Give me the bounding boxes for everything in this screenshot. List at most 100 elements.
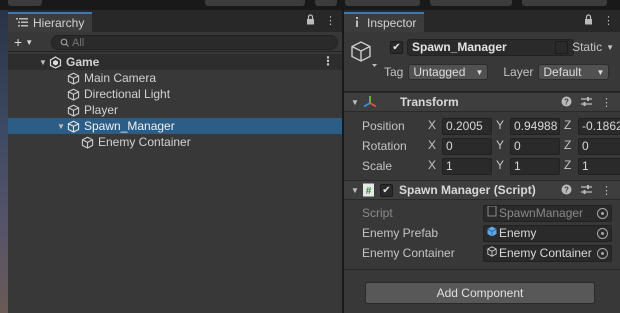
axis-y-label[interactable]: Y (496, 158, 506, 175)
kebab-menu-icon[interactable]: ⋮ (325, 14, 336, 28)
scene-view-edge (0, 10, 8, 313)
presets-icon[interactable] (581, 184, 592, 198)
scene-row[interactable]: ▼ Game ⋮ (8, 54, 342, 70)
gameobject-cube-icon[interactable] (350, 40, 378, 70)
tab-hierarchy-label: Hierarchy (33, 16, 85, 30)
scene-name: Game (66, 55, 100, 69)
svg-text:?: ? (564, 186, 569, 195)
script-value: SpawnManager (499, 205, 584, 220)
create-button[interactable]: + ▼ (14, 34, 33, 50)
collapse-arrow-icon[interactable]: ▼ (348, 98, 362, 107)
inspector-panel: Inspector ⋮ ✔ Spawn_Manager Static ▼ Tag… (344, 10, 620, 313)
top-strip (0, 0, 620, 10)
script-file-icon (487, 205, 497, 221)
list-item[interactable]: Directional Light (8, 86, 342, 102)
tab-inspector[interactable]: Inspector (344, 12, 425, 32)
scale-z-field[interactable]: 1 (578, 157, 620, 175)
kebab-menu-icon[interactable]: ⋮ (322, 54, 334, 68)
gameobject-cube-icon (66, 103, 80, 117)
gameobject-cube-icon (66, 71, 80, 85)
script-label: Script (362, 206, 393, 220)
enemy-prefab-row: Enemy Prefab Enemy (344, 223, 620, 243)
component-enabled-checkbox[interactable]: ✔ (380, 183, 393, 197)
scale-y-field[interactable]: 1 (510, 157, 560, 175)
transform-header[interactable]: ▼ Transform ? ⋮ (344, 92, 620, 112)
layer-label: Layer (503, 65, 534, 79)
axis-x-label[interactable]: X (428, 158, 438, 175)
collapse-arrow-icon[interactable]: ▼ (348, 186, 362, 195)
tag-dropdown[interactable]: Untagged ▼ (408, 64, 489, 80)
axis-z-label[interactable]: Z (564, 118, 574, 135)
tab-inspector-label: Inspector (367, 16, 417, 30)
script-component-header[interactable]: ▼ # ✔ Spawn Manager (Script) ? ⋮ (344, 180, 620, 200)
position-y-field[interactable]: 0.94988 (510, 117, 560, 135)
item-label: Spawn_Manager (84, 119, 175, 133)
list-item[interactable]: Enemy Container (8, 134, 342, 150)
list-item[interactable]: Player (8, 102, 342, 118)
component-tools: ? ⋮ (561, 184, 612, 198)
object-name-field[interactable]: Spawn_Manager (407, 39, 574, 56)
position-x-field[interactable]: 0.2005 (442, 117, 492, 135)
plus-icon: + (14, 34, 23, 50)
object-picker-icon (597, 207, 608, 219)
rotation-z-field[interactable]: 0 (578, 137, 620, 155)
layer-value: Default (543, 65, 582, 79)
axis-x-label[interactable]: X (428, 118, 438, 135)
top-button[interactable] (430, 0, 512, 6)
axis-y-label[interactable]: Y (496, 138, 506, 155)
layer-dropdown[interactable]: Default ▼ (538, 64, 610, 80)
kebab-menu-icon[interactable]: ⋮ (601, 96, 612, 110)
kebab-menu-icon[interactable]: ⋮ (603, 14, 614, 28)
top-button[interactable] (205, 0, 305, 6)
axis-x-label[interactable]: X (428, 138, 438, 155)
tab-hierarchy[interactable]: Hierarchy (8, 12, 93, 32)
scale-vector: X 1 Y 1 Z 1 (428, 157, 620, 175)
active-checkbox[interactable]: ✔ (390, 41, 403, 54)
position-z-field[interactable]: -0.1862 (578, 117, 620, 135)
search-input[interactable] (72, 36, 322, 49)
scale-x-field[interactable]: 1 (442, 157, 492, 175)
hierarchy-panel: Hierarchy ⋮ + ▼ ▼ Game ⋮ (8, 10, 342, 313)
top-button[interactable] (522, 0, 607, 6)
rotation-label: Rotation (362, 139, 407, 153)
add-component-button[interactable]: Add Component (365, 282, 595, 304)
rotation-vector: X 0 Y 0 Z 0 (428, 137, 620, 155)
script-field: SpawnManager (483, 204, 612, 222)
collapse-arrow-icon[interactable]: ▼ (38, 58, 48, 67)
position-row: Position X 0.2005 Y 0.94988 Z -0.1862 (344, 116, 620, 136)
caret-down-icon: ▼ (475, 67, 484, 77)
top-button[interactable] (345, 0, 420, 6)
rotation-x-field[interactable]: 0 (442, 137, 492, 155)
hierarchy-tabbar: Hierarchy ⋮ (8, 10, 342, 32)
item-label: Enemy Container (98, 135, 191, 149)
object-picker-icon[interactable] (597, 227, 608, 239)
lock-icon[interactable] (584, 14, 593, 28)
search-icon (60, 36, 70, 51)
top-button[interactable] (8, 0, 42, 6)
collapse-arrow-icon[interactable]: ▼ (56, 122, 66, 131)
kebab-menu-icon[interactable]: ⋮ (601, 184, 612, 198)
lock-icon[interactable] (306, 14, 315, 28)
axis-y-label[interactable]: Y (496, 118, 506, 135)
enemy-prefab-field[interactable]: Enemy (483, 224, 612, 242)
component-title: Spawn Manager (Script) (399, 183, 536, 197)
enemy-container-field[interactable]: Enemy Container (483, 244, 612, 262)
help-icon[interactable]: ? (561, 184, 572, 198)
help-icon[interactable]: ? (561, 96, 572, 110)
position-label: Position (362, 119, 405, 133)
presets-icon[interactable] (581, 96, 592, 110)
csharp-script-icon: # (362, 183, 376, 197)
top-button[interactable] (315, 0, 337, 6)
object-picker-icon[interactable] (597, 247, 608, 259)
rotation-y-field[interactable]: 0 (510, 137, 560, 155)
svg-text:#: # (366, 186, 372, 197)
axis-z-label[interactable]: Z (564, 158, 574, 175)
list-item[interactable]: Main Camera (8, 70, 342, 86)
static-toggle[interactable]: Static ▼ (555, 40, 614, 54)
svg-text:?: ? (564, 98, 569, 107)
axis-z-label[interactable]: Z (564, 138, 574, 155)
list-item-selected[interactable]: ▼ Spawn_Manager (8, 118, 342, 134)
caret-down-icon: ▼ (606, 42, 614, 52)
hierarchy-search[interactable] (51, 35, 338, 50)
static-checkbox[interactable] (555, 40, 569, 54)
